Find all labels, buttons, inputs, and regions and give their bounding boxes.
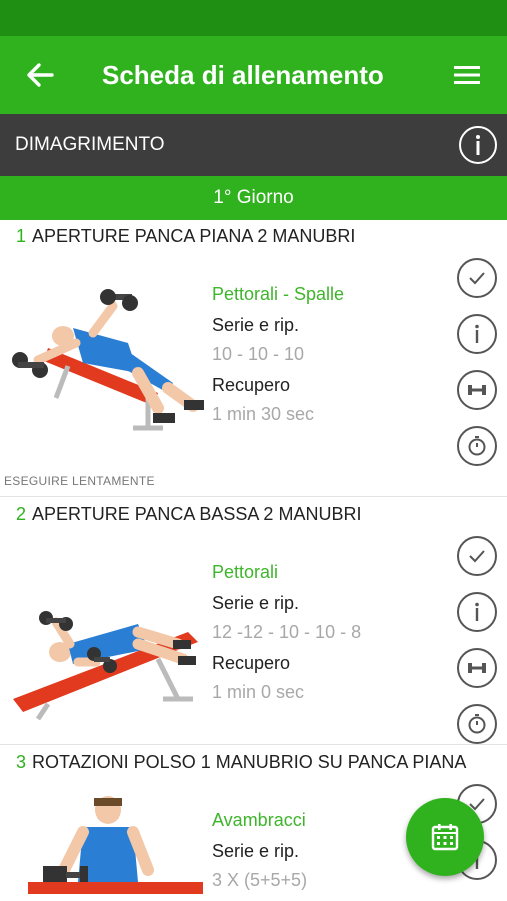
exercise-muscles: Pettorali - Spalle: [212, 284, 345, 304]
exercise-number: 1: [16, 226, 27, 246]
exercise-actions: [457, 536, 497, 760]
page-title: Scheda di allenamento: [102, 59, 384, 90]
exercise-item[interactable]: 1 APERTURE PANCA PIANA 2 MANUBRI Pettoral…: [0, 226, 507, 496]
exercise-number: 3: [16, 752, 27, 772]
status-bar: [0, 0, 507, 36]
sets-label: Serie e rip.: [212, 315, 300, 335]
timer-button[interactable]: [457, 704, 497, 744]
weights-button[interactable]: [457, 648, 497, 688]
sets-value: 10 - 10 - 10: [212, 344, 305, 364]
mark-done-button[interactable]: [457, 536, 497, 576]
sets-value: 12 -12 - 10 - 10 - 8: [212, 622, 362, 642]
exercise-muscles: Avambracci: [212, 810, 306, 830]
program-name: DIMAGRIMENTO: [15, 134, 165, 155]
weights-button[interactable]: [457, 370, 497, 410]
exercise-illustration: [28, 796, 203, 894]
info-icon: [475, 602, 479, 621]
exercise-muscles: Pettorali: [212, 562, 279, 582]
program-info-button[interactable]: [459, 126, 497, 164]
arrow-left-icon: [27, 63, 54, 87]
program-bar: DIMAGRIMENTO: [0, 114, 507, 176]
exercise-details: Pettorali - Spalle Serie e rip. 10 - 10 …: [212, 284, 344, 435]
app-bar: Scheda di allenamento: [0, 36, 507, 114]
exercise-info-button[interactable]: [457, 314, 497, 354]
exercise-details: Avambracci Serie e rip. 3 X (5+5+5): [212, 810, 307, 901]
exercise-title: 3 ROTAZIONI POLSO 1 MANUBRIO SU PANCA PIA…: [16, 752, 466, 773]
calendar-fab-button[interactable]: [406, 798, 484, 876]
rest-label: Recupero: [212, 375, 291, 395]
day-tab[interactable]: 1° Giorno: [0, 176, 507, 220]
info-icon: [476, 135, 480, 155]
stopwatch-icon: [468, 714, 486, 734]
exercise-details: Pettorali Serie e rip. 12 -12 - 10 - 10 …: [212, 562, 361, 713]
dumbbell-icon: [468, 385, 486, 395]
divider: [0, 744, 507, 745]
hamburger-menu-icon: [454, 66, 480, 84]
info-icon: [475, 324, 479, 343]
exercise-name: ROTAZIONI POLSO 1 MANUBRIO SU PANCA PIAN…: [32, 752, 467, 772]
exercise-title: 1 APERTURE PANCA PIANA 2 MANUBRI: [16, 226, 355, 247]
stopwatch-icon: [468, 436, 486, 456]
menu-button[interactable]: [427, 36, 507, 114]
exercise-info-button[interactable]: [457, 592, 497, 632]
exercise-name: APERTURE PANCA PIANA 2 MANUBRI: [32, 226, 356, 246]
divider: [0, 496, 507, 497]
rest-value: 1 min 30 sec: [212, 404, 315, 424]
exercise-illustration: [12, 289, 204, 431]
sets-label: Serie e rip.: [212, 841, 300, 861]
exercise-item[interactable]: 2 APERTURE PANCA BASSA 2 MANUBRI Pettoral…: [0, 504, 507, 744]
exercise-name: APERTURE PANCA BASSA 2 MANUBRI: [32, 504, 362, 524]
rest-value: 1 min 0 sec: [212, 682, 305, 702]
timer-button[interactable]: [457, 426, 497, 466]
dumbbell-icon: [468, 663, 486, 673]
back-button[interactable]: [0, 36, 80, 114]
rest-label: Recupero: [212, 653, 291, 673]
mark-done-button[interactable]: [457, 258, 497, 298]
exercise-note: ESEGUIRE LENTAMENTE: [4, 474, 155, 488]
sets-label: Serie e rip.: [212, 593, 300, 613]
exercise-title: 2 APERTURE PANCA BASSA 2 MANUBRI: [16, 504, 361, 525]
check-icon: [469, 272, 485, 285]
exercise-actions: [457, 258, 497, 482]
calendar-icon: [431, 824, 459, 851]
exercise-number: 2: [16, 504, 27, 524]
exercise-illustration: [13, 611, 198, 721]
sets-value: 3 X (5+5+5): [212, 870, 308, 890]
check-icon: [469, 550, 485, 563]
